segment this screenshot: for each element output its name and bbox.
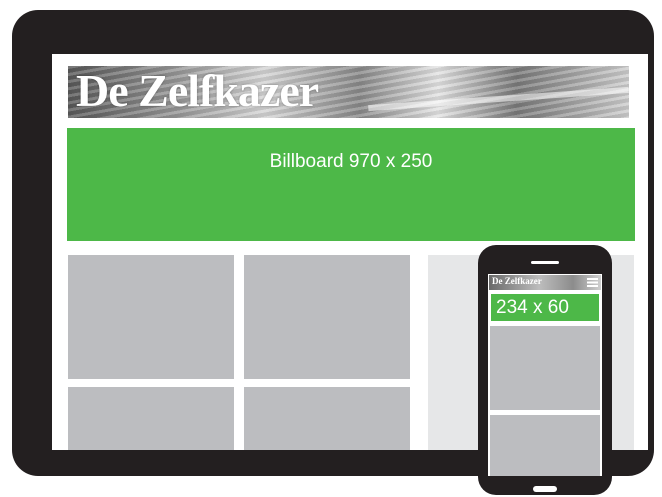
content-tile[interactable] xyxy=(68,387,234,450)
mobile-banner-ad-label: 234 x 60 xyxy=(496,297,569,318)
content-tile[interactable] xyxy=(68,255,234,379)
menu-icon[interactable] xyxy=(587,278,598,287)
phone-screen: De Zelfkazer 234 x 60 xyxy=(488,274,602,476)
phone-speaker xyxy=(531,261,559,264)
mobile-banner-ad[interactable]: 234 x 60 xyxy=(491,294,599,321)
phone-device: De Zelfkazer 234 x 60 xyxy=(478,245,612,495)
site-logo[interactable]: De Zelfkazer xyxy=(76,66,319,117)
phone-content-tile[interactable] xyxy=(490,326,600,410)
billboard-ad-label: Billboard 970 x 250 xyxy=(269,151,433,172)
site-masthead: De Zelfkazer xyxy=(68,66,629,118)
content-tile[interactable] xyxy=(244,255,410,379)
phone-content-tile[interactable] xyxy=(490,415,600,476)
phone-site-logo[interactable]: De Zelfkazer xyxy=(492,276,542,286)
phone-masthead: De Zelfkazer xyxy=(489,275,601,290)
content-tile[interactable] xyxy=(244,387,410,450)
phone-home-button[interactable] xyxy=(533,486,557,492)
billboard-ad[interactable]: Billboard 970 x 250 xyxy=(67,128,635,241)
